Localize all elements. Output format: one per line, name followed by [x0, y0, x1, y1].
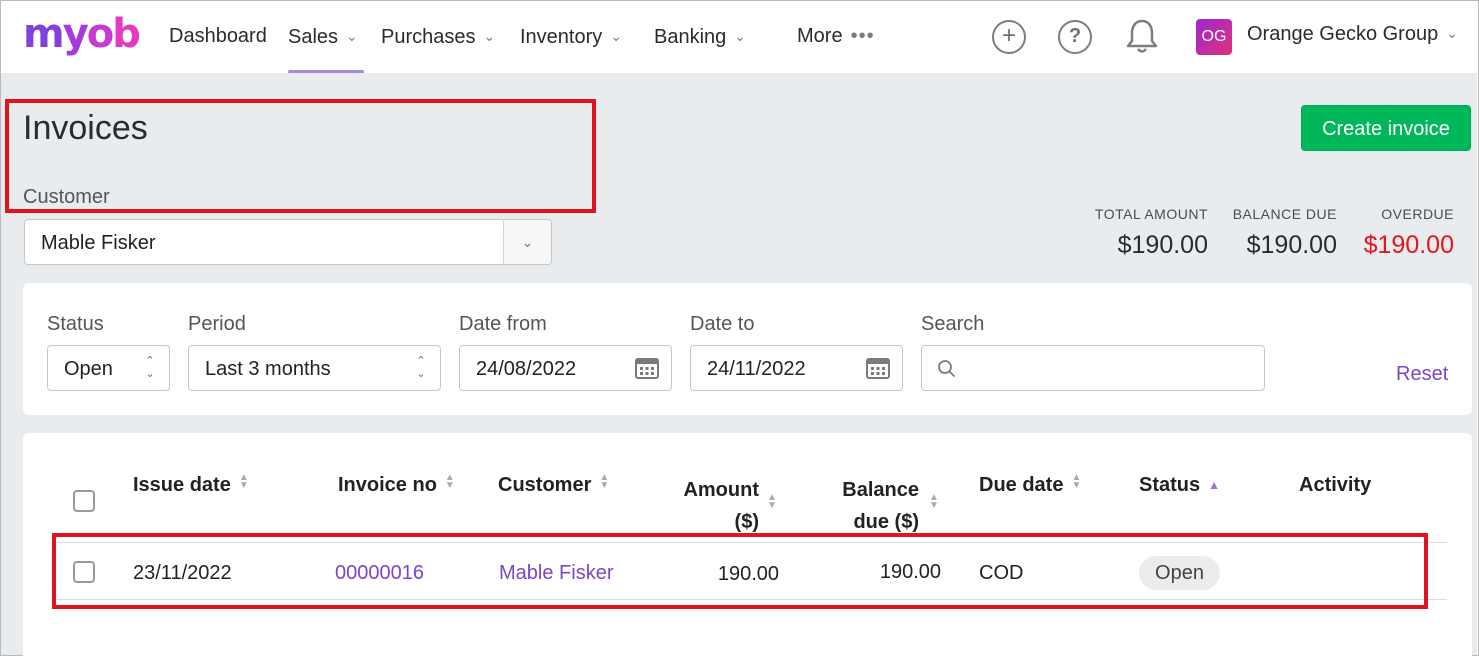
balance-due-summary: BALANCE DUE $190.00 — [1231, 206, 1337, 260]
balance-due-label: BALANCE DUE — [1232, 206, 1337, 222]
chevron-down-icon: ⌄ — [346, 28, 358, 44]
select-all-checkbox[interactable] — [73, 490, 95, 512]
sort-icon: ▲ ▼ — [929, 492, 939, 511]
period-filter-label: Period — [188, 313, 246, 335]
org-name: Orange Gecko Group — [1247, 23, 1439, 45]
create-invoice-button[interactable]: Create invoice — [1301, 105, 1471, 151]
nav-inventory[interactable]: Inventory ⌄ — [520, 23, 622, 53]
overdue-summary: OVERDUE $190.00 — [1361, 206, 1454, 260]
status-filter-value: Open — [64, 358, 113, 380]
date-to-input[interactable]: 24/11/2022 — [690, 345, 903, 391]
date-to-value: 24/11/2022 — [707, 358, 806, 380]
sort-icon: ▲ ▼ — [1071, 472, 1082, 491]
nav-more[interactable]: More ••• — [797, 23, 875, 53]
sort-icon: ▲ ▼ — [238, 472, 249, 491]
customer-select[interactable]: Mable Fisker ⌄ — [24, 219, 552, 265]
header-label: Customer — [498, 474, 592, 496]
highlight-box-invoice-row — [52, 533, 1428, 609]
calendar-icon[interactable] — [866, 356, 890, 380]
total-amount-summary: TOTAL AMOUNT $190.00 — [1087, 206, 1208, 260]
avatar[interactable]: OG — [1196, 19, 1232, 55]
more-dots-icon: ••• — [850, 25, 875, 47]
highlight-box-customer — [5, 99, 596, 213]
chevron-down-icon: ⌄ — [610, 28, 622, 44]
search-input[interactable] — [921, 345, 1265, 391]
nav-label: Sales — [288, 26, 339, 48]
overdue-label: OVERDUE — [1381, 206, 1454, 222]
balance-due-value: $190.00 — [1246, 231, 1337, 259]
header-label: Status — [1139, 474, 1201, 496]
total-amount-label: TOTAL AMOUNT — [1094, 206, 1208, 222]
date-from-label: Date from — [459, 313, 547, 335]
top-nav: myob Dashboard Sales ⌄ Purchases ⌄ Invento… — [1, 1, 1477, 74]
chevron-down-icon[interactable]: ⌄ — [503, 220, 551, 264]
myob-logo[interactable]: myob — [23, 9, 141, 59]
status-filter-select[interactable]: Open ⌃ ⌄ — [47, 345, 170, 391]
header-label: Amount — [683, 479, 759, 501]
nav-purchases[interactable]: Purchases ⌄ — [381, 23, 495, 53]
sort-icon: ▲ ▼ — [599, 472, 610, 491]
nav-sales[interactable]: Sales ⌄ — [288, 23, 358, 53]
nav-label: Banking — [654, 26, 727, 48]
nav-label: Inventory — [520, 26, 603, 48]
header-issue-date[interactable]: Issue date ▲ ▼ — [133, 472, 249, 497]
calendar-icon[interactable] — [635, 356, 659, 380]
header-label: Activity — [1299, 474, 1372, 496]
period-filter-select[interactable]: Last 3 months ⌃ ⌄ — [188, 345, 441, 391]
header-invoice-no[interactable]: Invoice no ▲ ▼ — [338, 472, 455, 497]
header-due-date[interactable]: Due date ▲ ▼ — [979, 472, 1082, 497]
header-balance-due[interactable]: Balance due ($) — [823, 474, 919, 538]
filter-panel: Status Open ⌃ ⌄ Period Last 3 months ⌃ ⌄ D… — [23, 283, 1472, 415]
date-from-value: 24/08/2022 — [476, 358, 577, 380]
header-amount[interactable]: Amount ($) — [663, 474, 759, 538]
header-label: Due date — [979, 474, 1064, 496]
date-from-input[interactable]: 24/08/2022 — [459, 345, 672, 391]
total-amount-value: $190.00 — [1117, 231, 1208, 259]
org-switcher[interactable]: Orange Gecko Group ⌄ — [1247, 23, 1458, 46]
search-label: Search — [921, 313, 985, 335]
up-down-chevron-icon: ⌃ ⌄ — [145, 355, 155, 380]
chevron-down-icon: ⌄ — [483, 28, 496, 44]
sort-icon: ▲ ▼ — [444, 472, 455, 491]
nav-label: Dashboard — [169, 25, 267, 47]
search-icon — [938, 360, 955, 377]
period-filter-value: Last 3 months — [205, 358, 331, 380]
chevron-down-icon: ⌄ — [1446, 25, 1458, 41]
header-customer[interactable]: Customer ▲ ▼ — [498, 472, 610, 497]
up-down-chevron-icon: ⌃ ⌄ — [416, 355, 426, 380]
chevron-down-icon: ⌄ — [734, 28, 747, 44]
sort-ascending-icon: ▲ — [1208, 478, 1221, 492]
bell-icon[interactable] — [1125, 17, 1159, 55]
sort-icon: ▲ ▼ — [767, 492, 777, 511]
reset-link[interactable]: Reset — [1396, 363, 1448, 386]
status-filter-label: Status — [47, 313, 104, 335]
header-label: Invoice no — [338, 474, 437, 496]
overdue-value: $190.00 — [1363, 231, 1454, 259]
nav-dashboard[interactable]: Dashboard — [169, 23, 267, 53]
nav-banking[interactable]: Banking ⌄ — [654, 23, 746, 53]
nav-label: Purchases — [381, 26, 476, 48]
header-label: Issue date — [133, 474, 231, 496]
date-to-label: Date to — [690, 313, 755, 335]
header-activity: Activity — [1299, 474, 1371, 497]
add-icon[interactable]: + — [992, 20, 1026, 54]
help-icon[interactable]: ? — [1058, 20, 1092, 54]
nav-label: More — [797, 25, 843, 47]
header-label: Balance — [842, 479, 919, 501]
header-status[interactable]: Status ▲ — [1139, 474, 1220, 497]
customer-select-value: Mable Fisker — [41, 232, 156, 254]
